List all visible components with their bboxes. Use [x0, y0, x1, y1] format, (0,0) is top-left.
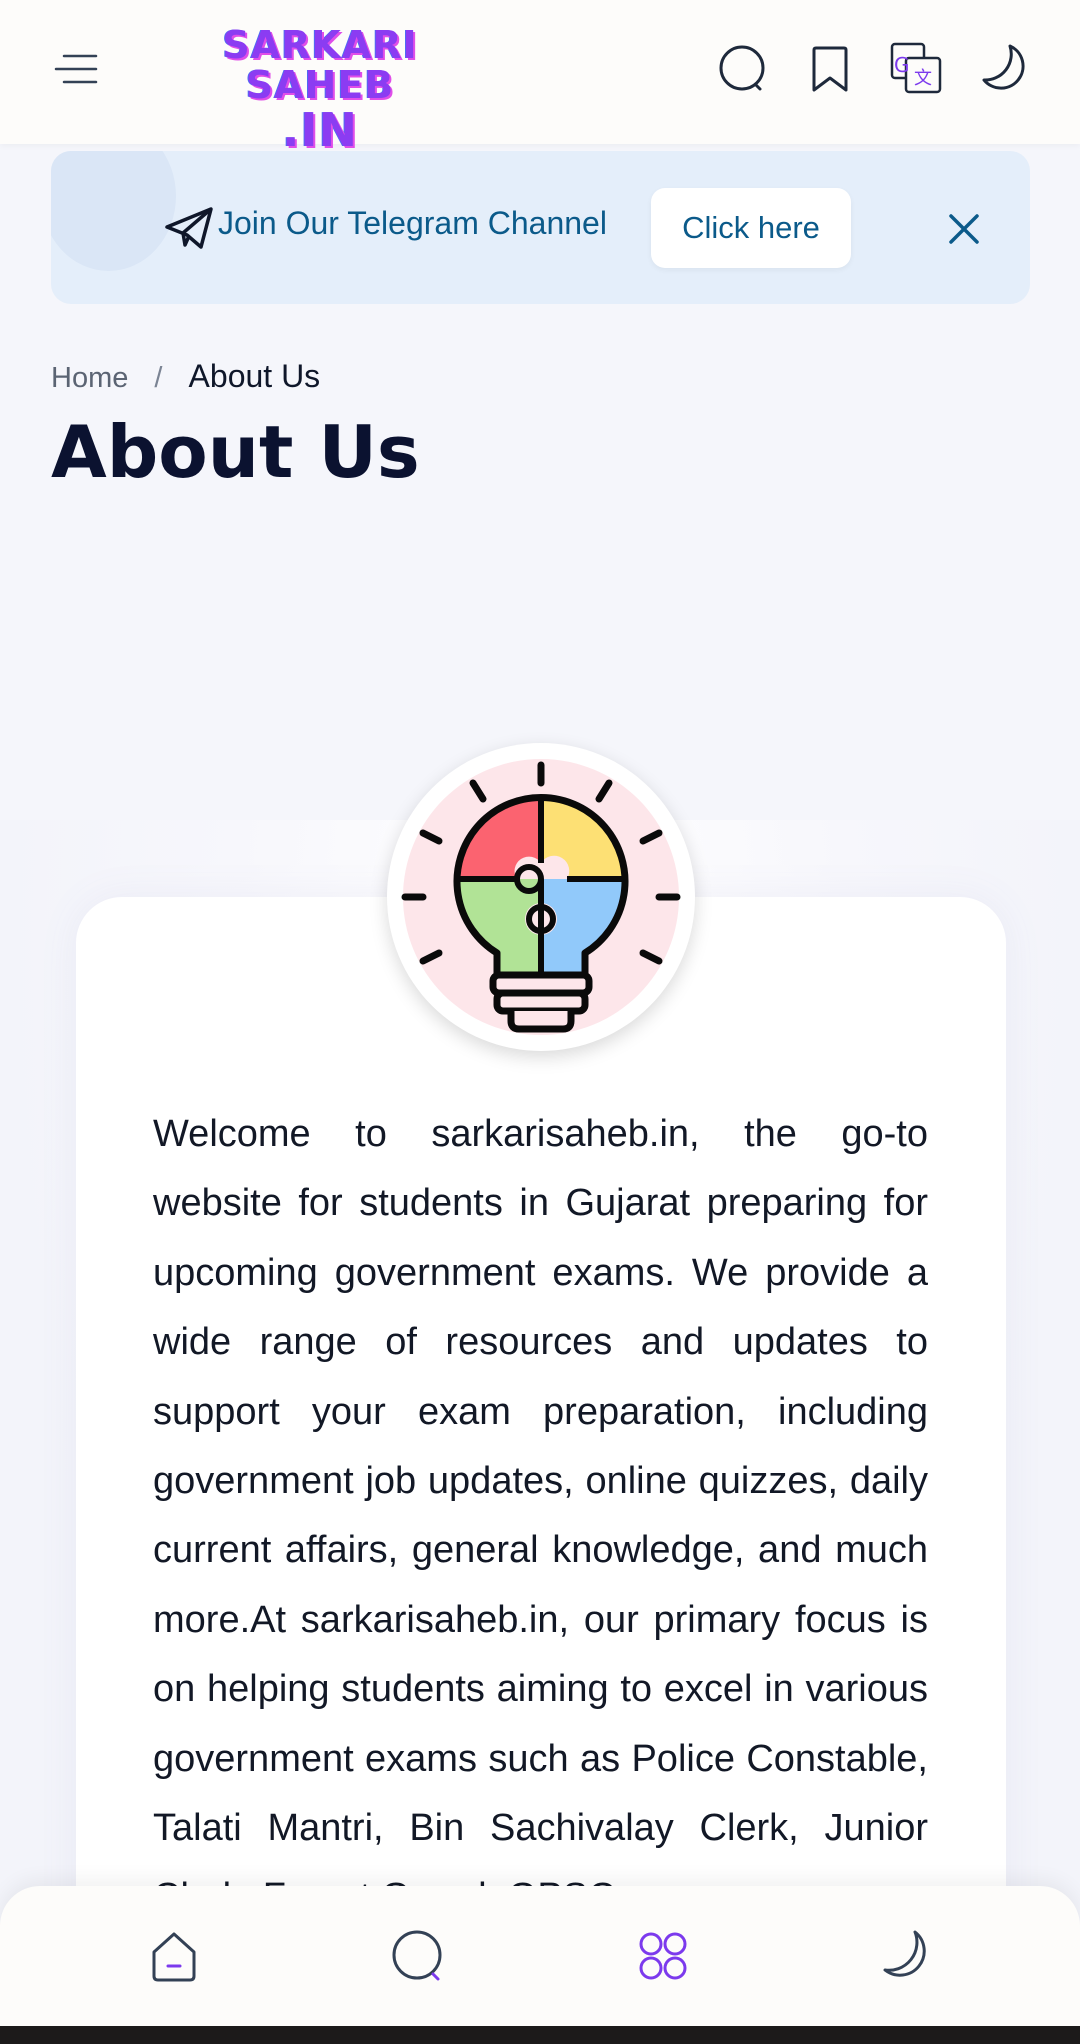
- telegram-click-button[interactable]: Click here: [651, 188, 851, 268]
- breadcrumb-separator: /: [154, 362, 163, 394]
- breadcrumb-home[interactable]: Home: [51, 362, 128, 394]
- bottom-navigation: [0, 1886, 1080, 2026]
- telegram-banner-text: Join Our Telegram Channel: [218, 205, 607, 241]
- site-logo[interactable]: SARKARI SAHEB .IN: [160, 23, 480, 154]
- svg-text:文: 文: [914, 68, 932, 89]
- dark-mode-icon[interactable]: [877, 1926, 937, 1986]
- home-icon[interactable]: [144, 1926, 204, 1986]
- logo-line2: .IN: [281, 102, 359, 157]
- breadcrumb-current: About Us: [188, 358, 321, 394]
- system-bar: [0, 2026, 1080, 2044]
- categories-icon[interactable]: [633, 1926, 693, 1986]
- bookmark-icon[interactable]: [802, 40, 858, 96]
- svg-text:G: G: [894, 53, 910, 77]
- logo-line1: SARKARI SAHEB: [222, 23, 418, 107]
- telegram-icon: [165, 207, 213, 249]
- dark-mode-icon[interactable]: [976, 40, 1032, 96]
- menu-icon[interactable]: [54, 52, 98, 86]
- search-icon[interactable]: [388, 1926, 448, 1986]
- search-icon[interactable]: [714, 40, 770, 96]
- header: SARKARI SAHEB .IN G 文: [0, 0, 1080, 154]
- translate-icon[interactable]: G 文: [888, 40, 944, 96]
- telegram-banner: Join Our Telegram Channel Click here: [51, 151, 1030, 304]
- lightbulb-puzzle-icon: [401, 759, 681, 1035]
- breadcrumb: Home / About Us: [51, 358, 320, 395]
- about-description: Welcome to sarkarisaheb.in, the go-to we…: [153, 1113, 928, 1918]
- page-title: About Us: [51, 410, 420, 494]
- banner-decoration: [51, 151, 176, 271]
- close-icon[interactable]: [946, 211, 982, 247]
- idea-bulb-image: [387, 743, 695, 1051]
